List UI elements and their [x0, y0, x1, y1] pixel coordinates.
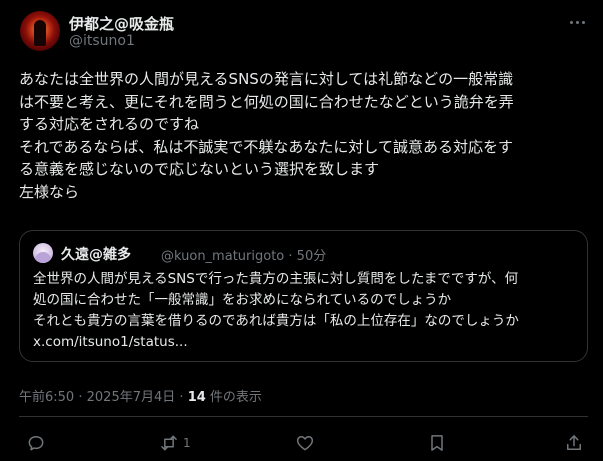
quoted-text-line: それとも貴方の言葉を借りるのであれば貴方は「私の上位存在」なのでしょうか — [33, 313, 519, 329]
quoted-post-meta: @kuon_maturigoto · 50分 — [161, 245, 326, 264]
quoted-author-display-name: 久遠@雑多 — [61, 247, 131, 263]
quoted-post-text: 全世界の人間が見えるSNSで行った貴方の主張に対し質問をしたまでですが、何 処の… — [33, 269, 578, 353]
quoted-author-avatar — [33, 243, 53, 263]
meta-separator: · — [78, 390, 83, 405]
post-text-line: あなたは全世界の人間が見えるSNSの発言に対しては礼節などの一般常識 — [19, 70, 514, 88]
bookmark-button[interactable] — [427, 430, 447, 456]
author-handle[interactable]: @itsuno1 — [69, 33, 135, 49]
repost-count: 1 — [183, 436, 191, 450]
reply-icon — [28, 436, 44, 451]
quoted-post[interactable]: 久遠@雑多 @kuon_maturigoto · 50分 全世界の人間が見えるS… — [19, 230, 588, 362]
views-label: 件の表示 — [209, 390, 262, 405]
avatar-figure — [34, 20, 46, 46]
quoted-post-time: 50分 — [296, 249, 327, 264]
post-text: あなたは全世界の人間が見えるSNSの発言に対しては礼節などの一般常識 は不要と考… — [19, 68, 594, 203]
post-date[interactable]: 2025年7月4日 — [87, 390, 176, 405]
post-text-line: は不要と考え、更にそれを問うと何処の国に合わせたなどという詭弁を弄 — [19, 92, 514, 111]
views-count: 14 — [187, 390, 206, 405]
meta-separator: · — [179, 390, 184, 405]
divider — [19, 416, 588, 417]
reply-button[interactable] — [26, 430, 50, 456]
post-time[interactable]: 午前6:50 — [19, 390, 74, 405]
post-text-line: る意義を感じないので応じないという選択を致します — [19, 160, 380, 178]
quoted-text-line: 全世界の人間が見えるSNSで行った貴方の主張に対し質問をしたまでですが、何 — [33, 271, 519, 287]
share-icon — [567, 435, 581, 450]
quoted-text-line: 処の国に合わせた「一般常識」をお求めになられているのでしょうか — [33, 292, 452, 308]
share-button[interactable] — [564, 430, 584, 456]
author-avatar[interactable] — [20, 11, 60, 51]
quoted-meta-separator: · — [288, 249, 293, 264]
quoted-link[interactable]: x.com/itsuno1/status... — [33, 332, 578, 353]
post-meta: 午前6:50 · 2025年7月4日 · 14 件の表示 — [19, 386, 262, 405]
post-text-line: それであるならば、私は不誠実で不躾なあなたに対して誠意ある対応をす — [19, 137, 513, 156]
post-text-line: 左様なら — [19, 182, 80, 201]
heart-icon — [296, 436, 314, 451]
repost-icon — [161, 435, 177, 451]
bookmark-icon — [431, 435, 443, 451]
post-text-line: する対応をされるのですね — [19, 115, 200, 133]
more-options-icon[interactable] — [566, 14, 588, 30]
post-container: 伊都之@吸金瓶 @itsuno1 あなたは全世界の人間が見えるSNSの発言に対し… — [0, 0, 603, 461]
quoted-author-handle: @kuon_maturigoto — [161, 249, 285, 264]
like-button[interactable] — [295, 430, 319, 456]
author-display-name[interactable]: 伊都之@吸金瓶 — [69, 13, 174, 34]
repost-button[interactable]: 1 — [159, 430, 191, 456]
